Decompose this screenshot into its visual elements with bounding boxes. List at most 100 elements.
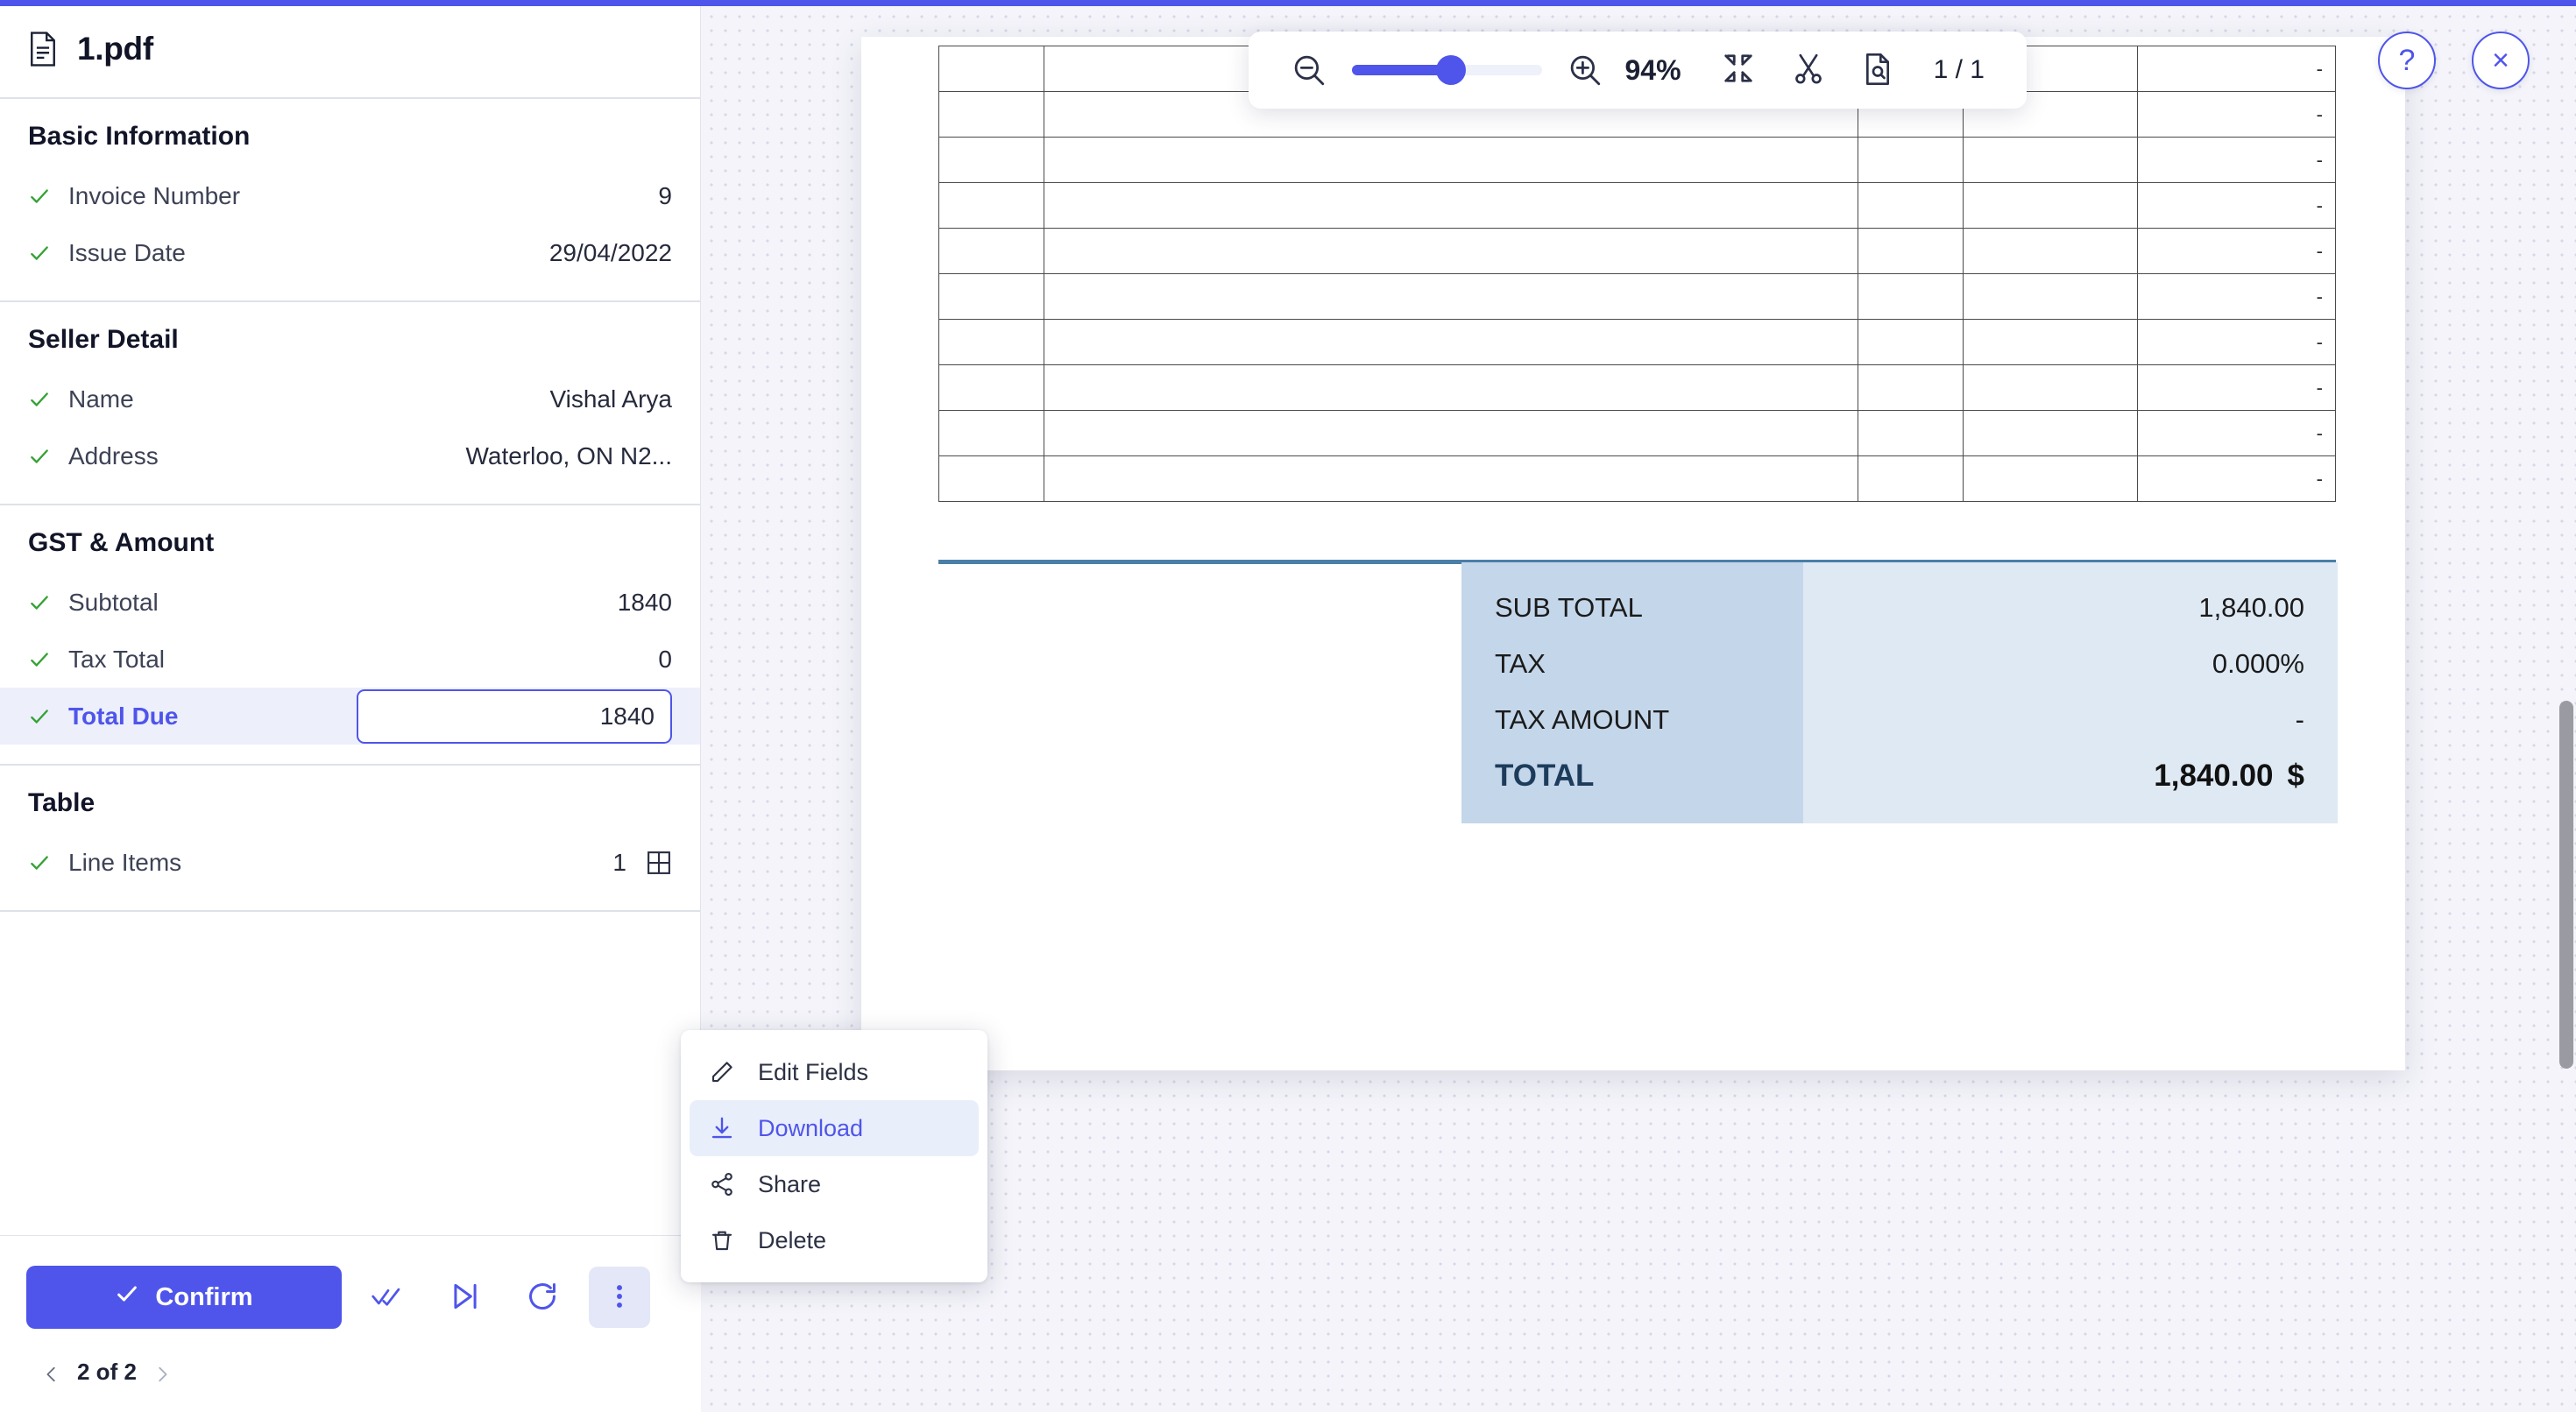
check-icon [115, 1281, 139, 1313]
refresh-icon [526, 1280, 559, 1316]
check-icon [28, 591, 51, 614]
page-title: 1.pdf [77, 31, 153, 67]
zoom-slider-knob[interactable] [1436, 55, 1466, 85]
menu-item-share[interactable]: Share [690, 1156, 979, 1212]
cell [1963, 274, 2137, 320]
download-icon [709, 1115, 735, 1141]
menu-item-edit-fields[interactable]: Edit Fields [690, 1044, 979, 1100]
field-row-address[interactable]: Address Waterloo, ON N2... [0, 427, 700, 484]
cell [1963, 183, 2137, 229]
field-label: Subtotal [68, 589, 600, 617]
cell [1963, 365, 2137, 411]
section-basic-information: Basic Information Invoice Number 9 Issue… [0, 99, 700, 302]
check-icon [28, 242, 51, 265]
cell: - [2138, 92, 2336, 138]
sidebar-pager: 2 of 2 [26, 1329, 675, 1412]
next-page-icon[interactable] [152, 1363, 172, 1382]
document-file-icon [28, 32, 58, 67]
more-options-menu: Edit Fields Download Share [681, 1030, 987, 1282]
cell [1044, 138, 1858, 183]
field-label: Tax Total [68, 646, 640, 674]
menu-item-delete[interactable]: Delete [690, 1212, 979, 1268]
table-row: - [939, 138, 2336, 183]
field-row-total-due[interactable]: Total Due [0, 688, 700, 745]
totals-label: TAX AMOUNT [1495, 692, 1803, 748]
zoom-slider[interactable] [1352, 65, 1542, 75]
cell: - [2138, 229, 2336, 274]
cell [1858, 320, 1964, 365]
table-row: - [939, 365, 2336, 411]
section-title: Seller Detail [0, 325, 700, 355]
table-row: - [939, 274, 2336, 320]
section-title: GST & Amount [0, 528, 700, 558]
close-button[interactable]: × [2472, 32, 2530, 89]
totals-label: TAX [1495, 636, 1803, 692]
help-button[interactable]: ? [2378, 32, 2436, 89]
currency-symbol: $ [2288, 759, 2304, 794]
table-row: - [939, 183, 2336, 229]
table-row: - [939, 229, 2336, 274]
sidebar-header: 1.pdf [0, 0, 700, 99]
cell [1858, 274, 1964, 320]
field-row-tax-total[interactable]: Tax Total 0 [0, 631, 700, 688]
cell [939, 411, 1044, 456]
more-options-button[interactable] [589, 1267, 650, 1328]
cell [1963, 229, 2137, 274]
field-row-line-items[interactable]: Line Items 1 [0, 834, 700, 891]
cell [1044, 229, 1858, 274]
field-row-issue-date[interactable]: Issue Date 29/04/2022 [0, 224, 700, 281]
total-due-input[interactable] [357, 689, 672, 744]
crop-scissors-icon[interactable] [1791, 52, 1828, 88]
cell [939, 46, 1044, 92]
field-row-name[interactable]: Name Vishal Arya [0, 371, 700, 427]
invoice-totals-block: SUB TOTAL TAX TAX AMOUNT TOTAL 1,840.00 … [1461, 562, 2338, 823]
field-value: 0 [658, 646, 672, 674]
table-body: - - - [939, 46, 2336, 502]
skip-forward-icon [449, 1280, 482, 1316]
zoom-out-icon[interactable] [1291, 52, 1327, 88]
pager-text: 2 of 2 [77, 1359, 137, 1386]
cell: - [2138, 320, 2336, 365]
cell [1858, 229, 1964, 274]
cell [939, 92, 1044, 138]
cell: - [2138, 274, 2336, 320]
check-icon [28, 648, 51, 671]
field-label: Line Items [68, 849, 595, 877]
menu-item-download[interactable]: Download [690, 1100, 979, 1156]
cell [939, 229, 1044, 274]
check-icon [28, 705, 51, 728]
confirm-button[interactable]: Confirm [26, 1266, 342, 1329]
cell: - [2138, 46, 2336, 92]
section-title: Table [0, 788, 700, 818]
section-table: Table Line Items 1 [0, 766, 700, 912]
field-row-subtotal[interactable]: Subtotal 1840 [0, 574, 700, 631]
cell [939, 456, 1044, 502]
document-search-icon[interactable] [1860, 52, 1897, 88]
cell [1858, 138, 1964, 183]
pencil-icon [709, 1059, 735, 1085]
more-vertical-icon [605, 1281, 634, 1314]
field-value: Waterloo, ON N2... [466, 442, 672, 470]
skip-next-button[interactable] [435, 1267, 496, 1328]
viewer-scrollbar-thumb[interactable] [2559, 701, 2573, 1069]
totals-value: 0.000% [1803, 636, 2304, 692]
approve-all-button[interactable] [357, 1267, 419, 1328]
menu-item-label: Edit Fields [758, 1059, 868, 1086]
cell [939, 320, 1044, 365]
table-grid-icon[interactable] [646, 850, 672, 876]
section-seller-detail: Seller Detail Name Vishal Arya Address W… [0, 302, 700, 505]
fit-to-screen-icon[interactable] [1722, 52, 1759, 88]
prev-page-icon[interactable] [42, 1363, 61, 1382]
cell: - [2138, 456, 2336, 502]
menu-item-label: Share [758, 1171, 821, 1198]
field-label: Invoice Number [68, 182, 640, 210]
zoom-in-icon[interactable] [1567, 52, 1603, 88]
cell [1858, 411, 1964, 456]
check-icon [28, 445, 51, 468]
totals-label: TOTAL [1495, 748, 1803, 804]
cell [1858, 365, 1964, 411]
field-value: 1840 [618, 589, 672, 617]
refresh-button[interactable] [512, 1267, 573, 1328]
sidebar-bottom-bar: Confirm [0, 1235, 701, 1412]
field-row-invoice-number[interactable]: Invoice Number 9 [0, 167, 700, 224]
